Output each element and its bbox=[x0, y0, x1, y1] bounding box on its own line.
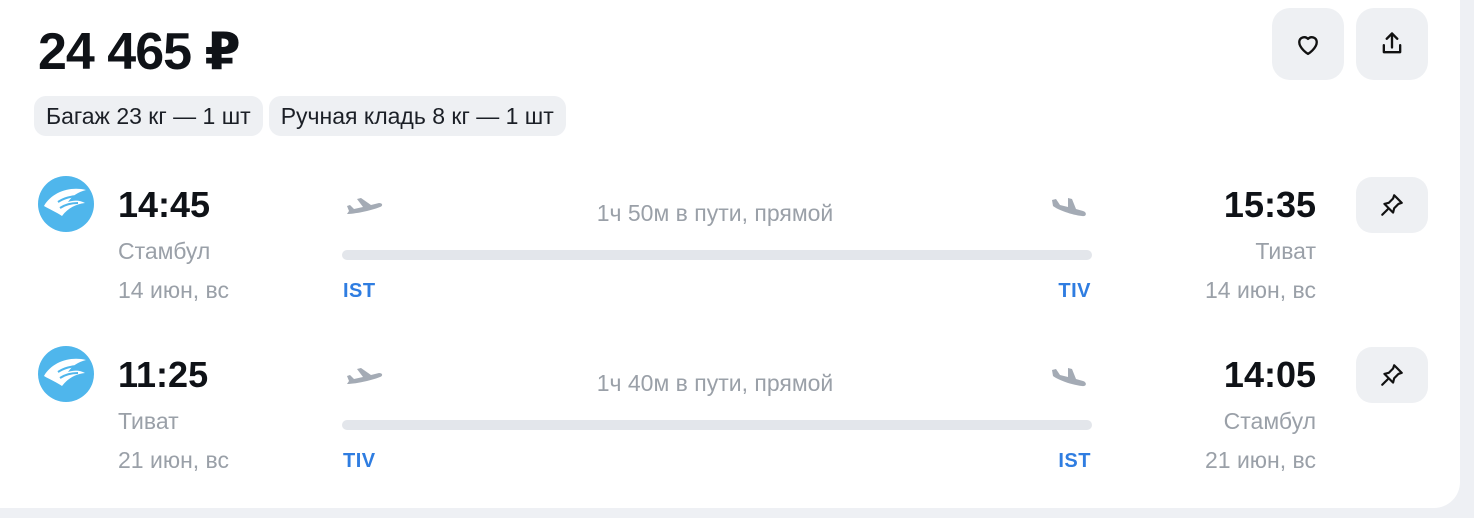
departure-date: 21 июн, вс bbox=[118, 447, 230, 473]
arrival-date: 21 июн, вс bbox=[1204, 447, 1316, 473]
flight-duration: 1ч 50м в пути, прямой bbox=[596, 200, 834, 226]
destination-airport-code: IST bbox=[1058, 450, 1091, 472]
landing-icon bbox=[1052, 198, 1086, 217]
departure-city: Тиват bbox=[118, 408, 179, 434]
takeoff-icon bbox=[347, 198, 383, 214]
landing-icon bbox=[1052, 368, 1086, 387]
share-button[interactable] bbox=[1356, 8, 1428, 80]
airline-logo bbox=[38, 176, 94, 232]
heart-icon bbox=[1298, 36, 1318, 56]
route-line bbox=[342, 420, 1092, 430]
takeoff-icon bbox=[347, 368, 383, 384]
departure-date: 14 июн, вс bbox=[118, 277, 230, 303]
favorite-button[interactable] bbox=[1272, 8, 1344, 80]
pin-segment-button[interactable] bbox=[1356, 177, 1428, 233]
departure-city: Стамбул bbox=[118, 238, 211, 264]
share-icon bbox=[1382, 32, 1402, 54]
airline-logo bbox=[38, 346, 94, 402]
ticket-card: 24 465 ₽ Багаж 23 кг — 1 шт Ручная кладь… bbox=[0, 0, 1460, 508]
route-line bbox=[342, 250, 1092, 260]
baggage-chip: Багаж 23 кг — 1 шт bbox=[34, 96, 263, 136]
flight-segment-outbound: 14:45 Стамбул 14 июн, вс 1ч 50м в пути, … bbox=[0, 174, 1460, 324]
destination-airport-code: TIV bbox=[1058, 280, 1091, 302]
arrival-city: Стамбул bbox=[1223, 408, 1316, 434]
origin-airport-code: IST bbox=[343, 280, 376, 302]
arrival-time: 14:05 bbox=[1223, 354, 1316, 395]
origin-airport-code: TIV bbox=[343, 450, 376, 472]
departure-time: 11:25 bbox=[118, 354, 209, 395]
arrival-date: 14 июн, вс bbox=[1204, 277, 1316, 303]
flight-segment-return: 11:25 Тиват 21 июн, вс 1ч 40м в пути, пр… bbox=[0, 344, 1460, 494]
departure-time: 14:45 bbox=[118, 184, 211, 225]
pin-icon bbox=[1381, 194, 1403, 216]
ticket-price: 24 465 ₽ bbox=[38, 23, 241, 81]
arrival-time: 15:35 bbox=[1223, 184, 1316, 225]
carry-on-chip: Ручная кладь 8 кг — 1 шт bbox=[268, 96, 566, 136]
baggage-chips: Багаж 23 кг — 1 шт Ручная кладь 8 кг — 1… bbox=[34, 96, 566, 136]
pin-segment-button[interactable] bbox=[1356, 347, 1428, 403]
flight-duration: 1ч 40м в пути, прямой bbox=[596, 370, 834, 396]
pin-icon bbox=[1381, 364, 1403, 386]
arrival-city: Тиват bbox=[1255, 238, 1316, 264]
